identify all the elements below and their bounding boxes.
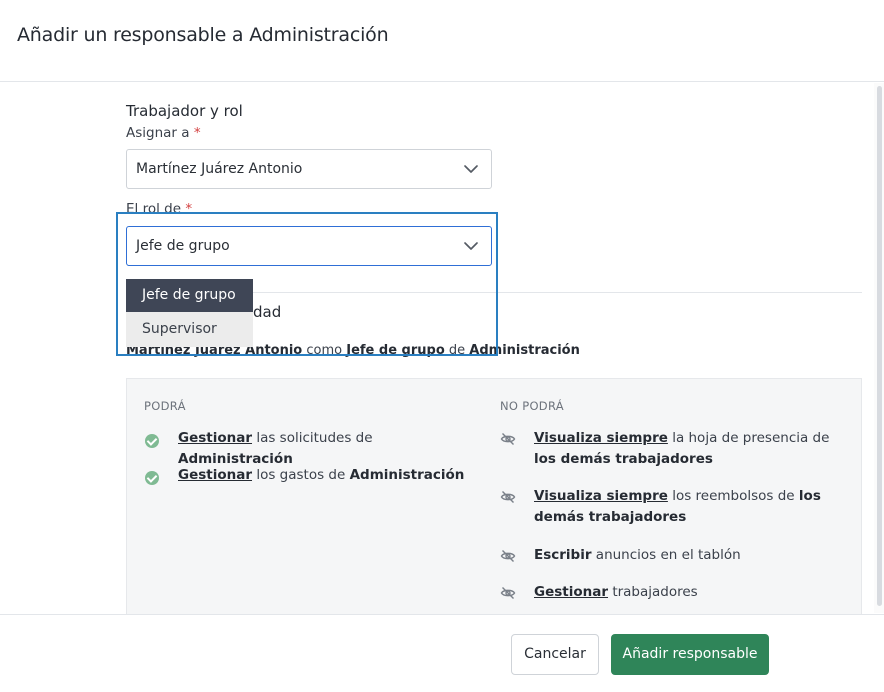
permission-action-link[interactable]: Gestionar — [178, 467, 252, 483]
permission-action-link[interactable]: Visualiza siempre — [534, 430, 668, 446]
permission-target: Administración — [349, 467, 465, 483]
summary-department: Administración — [469, 343, 580, 358]
cannot-header: NO PODRÁ — [500, 399, 564, 413]
eye-slash-icon — [500, 587, 516, 599]
cancel-button[interactable]: Cancelar — [511, 634, 599, 675]
summary-of: de — [448, 343, 466, 358]
chevron-down-icon — [464, 165, 478, 173]
eye-slash-icon — [500, 433, 516, 445]
permission-text: la hoja de presencia de — [672, 430, 830, 446]
permission-text: trabajadores — [612, 584, 698, 600]
permissions-panel: PODRÁ NO PODRÁ Gestionar las solicitudes… — [126, 378, 862, 618]
role-label: El rol de * — [126, 201, 192, 217]
can-header: PODRÁ — [144, 399, 186, 413]
modal-footer: Cancelar Añadir responsable — [0, 614, 884, 692]
modal-header: Añadir un responsable a Administración — [0, 0, 884, 82]
permission-text: los reembolsos de — [672, 488, 795, 504]
summary-as: como — [306, 343, 343, 358]
permission-action: Escribir — [534, 547, 592, 563]
check-circle-icon — [144, 431, 160, 448]
permission-text: las solicitudes de — [256, 430, 373, 446]
role-select-value: Jefe de grupo — [136, 238, 230, 254]
permission-action-link[interactable]: Gestionar — [534, 584, 608, 600]
role-label-text: El rol de — [126, 201, 182, 217]
required-mark: * — [185, 201, 193, 217]
section-title-worker-role: Trabajador y rol — [126, 102, 243, 120]
chevron-down-icon — [464, 242, 478, 250]
permission-text: los gastos de — [256, 467, 346, 483]
scrollbar-thumb[interactable] — [877, 86, 882, 606]
role-dropdown-menu: Jefe de grupo Supervisor — [126, 279, 253, 347]
responsibility-section-title: dad — [253, 303, 282, 321]
permission-action-link[interactable]: Gestionar — [178, 430, 252, 446]
eye-slash-icon — [500, 550, 516, 562]
role-select[interactable]: Jefe de grupo — [126, 226, 492, 266]
assign-label: Asignar a * — [126, 125, 201, 141]
summary-role: Jefe de grupo — [346, 343, 445, 358]
required-mark: * — [193, 125, 201, 141]
modal-title: Añadir un responsable a Administración — [17, 24, 389, 46]
assign-label-text: Asignar a — [126, 125, 190, 141]
permission-action-link[interactable]: Visualiza siempre — [534, 488, 668, 504]
assign-select[interactable]: Martínez Juárez Antonio — [126, 149, 492, 189]
check-circle-icon — [144, 468, 160, 485]
eye-slash-icon — [500, 491, 516, 503]
role-option-jefe-de-grupo[interactable]: Jefe de grupo — [126, 279, 253, 312]
permission-text: anuncios en el tablón — [595, 547, 741, 563]
assign-select-value: Martínez Juárez Antonio — [136, 161, 303, 177]
permission-target: los demás trabajadores — [534, 451, 713, 467]
add-responsible-button[interactable]: Añadir responsable — [611, 634, 769, 675]
role-option-supervisor[interactable]: Supervisor — [126, 312, 253, 347]
